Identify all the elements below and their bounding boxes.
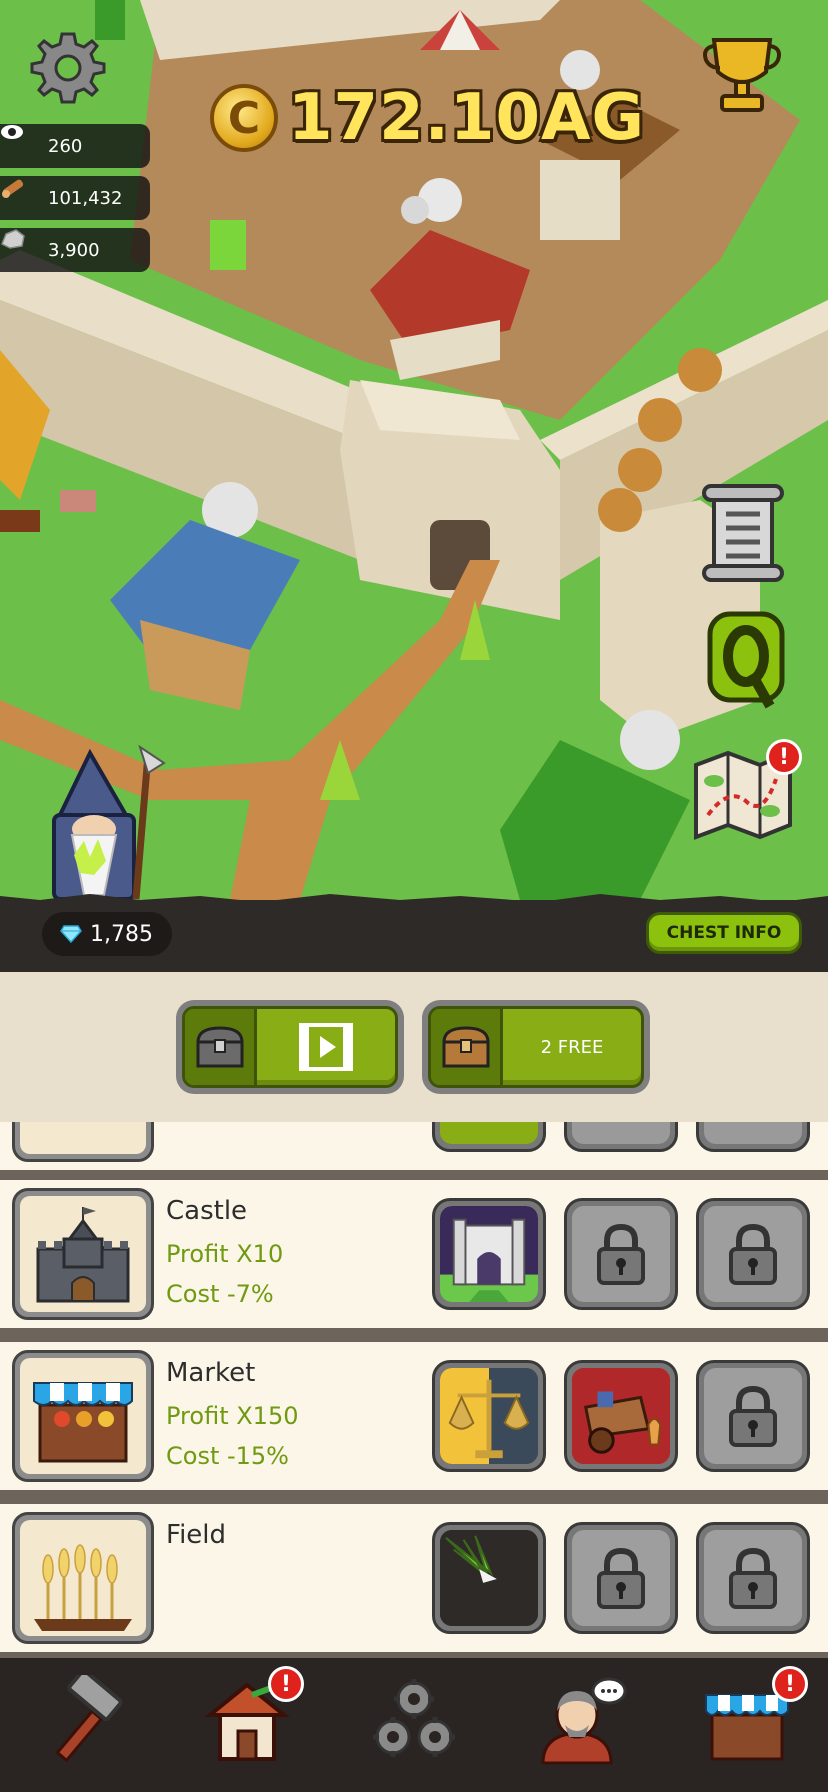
build-hammer-icon: [55, 1675, 123, 1763]
scroll-icon: [702, 484, 784, 582]
quests-q-button[interactable]: [706, 610, 786, 714]
padlock-icon: [729, 1223, 777, 1285]
building-profit: Profit X10: [166, 1240, 284, 1268]
nav-advisor-button[interactable]: [528, 1670, 638, 1770]
building-profit: Profit X150: [166, 1402, 299, 1430]
building-name: Market: [166, 1358, 256, 1388]
nav-build-button[interactable]: [30, 1670, 140, 1770]
padlock-icon: [729, 1547, 777, 1609]
building-cost: Cost -15%: [166, 1442, 289, 1470]
chest-slot: [431, 1009, 503, 1085]
chest-bar: 2 FREE: [0, 972, 828, 1122]
coin-icon: C: [210, 84, 278, 152]
castle-gate-icon: [440, 1206, 538, 1302]
nav-buildings-button[interactable]: !: [192, 1666, 304, 1770]
free-chest-button[interactable]: 2 FREE: [422, 1000, 650, 1094]
wood-stat: 101,432: [0, 176, 150, 220]
advisor-icon: [541, 1677, 627, 1765]
list-item-castle[interactable]: Castle Profit X10 Cost -7%: [0, 1180, 828, 1328]
game-world-view[interactable]: 260 101,432 3,900 C 172.10AG !: [0, 0, 828, 900]
wood-log-icon: [2, 179, 40, 212]
grass-upgrade-button[interactable]: [432, 1522, 546, 1634]
castle-thumbnail[interactable]: [12, 1188, 154, 1320]
padlock-icon: [597, 1223, 645, 1285]
building-upgrade-list[interactable]: Castle Profit X10 Cost -7% Market Profit…: [0, 1122, 828, 1658]
wheat-field-icon: [34, 1544, 132, 1631]
upgrade-slot: [564, 1122, 678, 1152]
building-name: Field: [166, 1520, 227, 1550]
scroll-quest-button[interactable]: [696, 480, 790, 586]
q-letter-icon: [707, 611, 785, 709]
market-stall-icon: [33, 1382, 133, 1463]
chest-icon: [195, 1026, 244, 1068]
castle-icon: [36, 1207, 130, 1303]
locked-upgrade-slot[interactable]: [696, 1360, 810, 1472]
market-thumbnail[interactable]: [12, 1350, 154, 1482]
video-chest-action: [257, 1009, 395, 1085]
chest-slot: [185, 1009, 257, 1085]
map-button[interactable]: !: [690, 739, 802, 845]
locked-upgrade-slot[interactable]: [696, 1522, 810, 1634]
map-notification-badge: !: [766, 739, 802, 775]
eye-icon: [1, 125, 40, 160]
diamond-icon: [60, 925, 82, 943]
padlock-icon: [597, 1547, 645, 1609]
merchant-cart-upgrade-button[interactable]: [564, 1360, 678, 1472]
viewers-value: 260: [48, 135, 83, 157]
viewers-stat: 260: [0, 124, 150, 168]
upgrade-slot: [696, 1122, 810, 1152]
gear-icon: [30, 32, 106, 104]
chest-info-button[interactable]: CHEST INFO: [646, 912, 802, 954]
locked-upgrade-slot[interactable]: [564, 1198, 678, 1310]
video-chest-button[interactable]: [176, 1000, 404, 1094]
buildings-notification-badge: !: [268, 1666, 304, 1702]
stone-stat: 3,900: [0, 228, 150, 272]
gem-value: 1,785: [90, 921, 153, 947]
building-thumbnail: [12, 1122, 154, 1162]
building-cost: Cost -7%: [166, 1280, 274, 1308]
free-chest-label: 2 FREE: [540, 1036, 604, 1058]
video-play-icon: [299, 1023, 353, 1071]
scales-upgrade-button[interactable]: [432, 1360, 546, 1472]
trophy-icon: [703, 38, 781, 112]
wooden-chest-icon: [441, 1026, 490, 1068]
wood-value: 101,432: [48, 187, 123, 209]
money-amount: 172.10AG: [288, 81, 646, 155]
money-counter: C 172.10AG: [210, 78, 645, 158]
scales-icon: [440, 1368, 538, 1464]
settings-gear-button[interactable]: [28, 28, 108, 108]
merchant-cart-icon: [572, 1368, 670, 1464]
building-name: Castle: [166, 1196, 248, 1226]
nav-shop-button[interactable]: !: [692, 1666, 808, 1770]
list-item-partial: [0, 1122, 828, 1170]
list-item-field[interactable]: Field: [0, 1504, 828, 1652]
wizard-icon: [52, 744, 166, 900]
shop-notification-badge: !: [772, 1666, 808, 1702]
bottom-navigation: ! !: [0, 1658, 828, 1792]
padlock-icon: [729, 1385, 777, 1447]
field-thumbnail[interactable]: [12, 1512, 154, 1644]
locked-upgrade-slot[interactable]: [564, 1522, 678, 1634]
wizard-advisor-button[interactable]: [40, 744, 180, 900]
gem-counter: 1,785: [42, 912, 172, 956]
upgrade-slot: [432, 1122, 546, 1152]
castle-gate-upgrade-button[interactable]: [432, 1198, 546, 1310]
achievements-trophy-button[interactable]: [700, 28, 784, 118]
gem-resource-bar: 1,785 CHEST INFO: [0, 894, 828, 972]
locked-upgrade-slot[interactable]: [696, 1198, 810, 1310]
stone-icon: [1, 229, 40, 264]
gears-icon: [373, 1679, 455, 1757]
nav-upgrades-button[interactable]: [359, 1670, 469, 1770]
list-item-market[interactable]: Market Profit X150 Cost -15%: [0, 1342, 828, 1490]
grass-icon: [440, 1530, 538, 1626]
stone-value: 3,900: [48, 239, 100, 261]
torn-edge-decoration: [0, 894, 828, 904]
